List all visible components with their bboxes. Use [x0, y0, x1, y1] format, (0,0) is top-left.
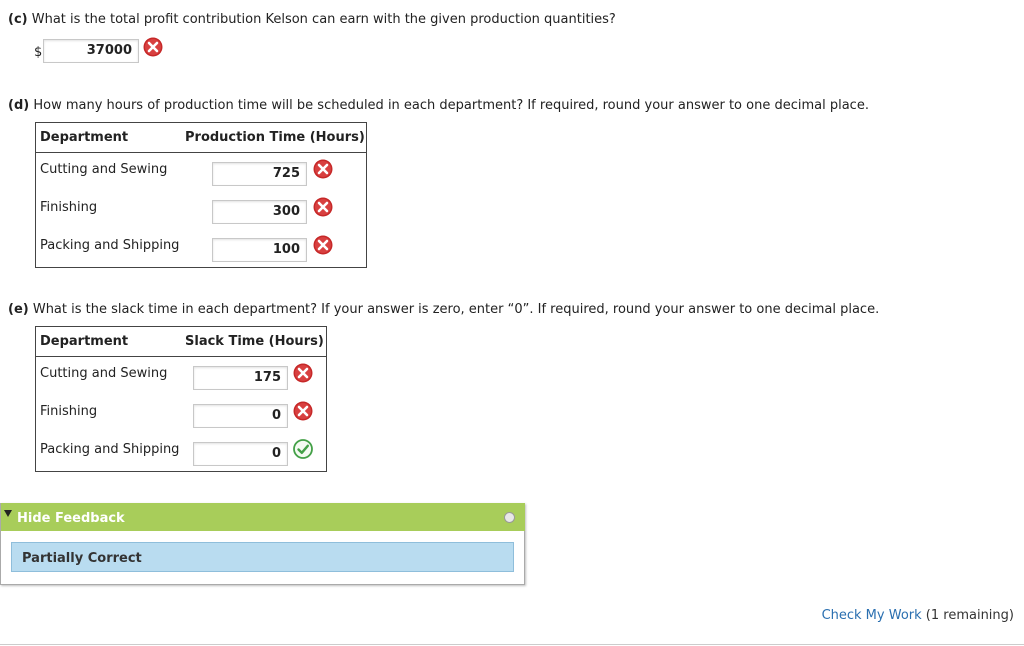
- hide-feedback-label: Hide Feedback: [17, 511, 125, 526]
- column-header-department: Department: [40, 130, 129, 145]
- table-header: Department Slack Time (Hours): [36, 327, 326, 357]
- incorrect-icon: [313, 235, 333, 255]
- check-my-work: Check My Work (1 remaining): [822, 608, 1014, 623]
- incorrect-icon: [143, 37, 163, 57]
- row-label-cutting-sewing: Cutting and Sewing: [40, 366, 168, 381]
- incorrect-icon: [293, 363, 313, 383]
- collapse-triangle-icon: [4, 510, 12, 517]
- production-time-packing-shipping-input[interactable]: 100: [212, 238, 307, 262]
- divider: [0, 644, 1024, 645]
- question-d-text: How many hours of production time will b…: [33, 98, 869, 113]
- row-label-finishing: Finishing: [40, 200, 98, 215]
- production-time-cutting-sewing-input[interactable]: 725: [212, 162, 307, 186]
- remaining-attempts: (1 remaining): [925, 608, 1014, 623]
- incorrect-icon: [293, 401, 313, 421]
- profit-contribution-input[interactable]: 37000: [43, 39, 139, 63]
- question-c: (c) What is the total profit contributio…: [8, 12, 616, 27]
- question-e: (e) What is the slack time in each depar…: [8, 302, 879, 317]
- row-label-cutting-sewing: Cutting and Sewing: [40, 162, 168, 177]
- hide-feedback-toggle[interactable]: Hide Feedback: [1, 503, 525, 531]
- currency-symbol: $: [34, 45, 43, 60]
- incorrect-icon: [313, 159, 333, 179]
- row-label-packing-shipping: Packing and Shipping: [40, 238, 180, 253]
- column-header-production-time: Production Time (Hours): [185, 130, 365, 145]
- production-time-finishing-input[interactable]: 300: [212, 200, 307, 224]
- feedback-panel: Hide Feedback Partially Correct: [0, 503, 525, 585]
- table-header: Department Production Time (Hours): [36, 123, 366, 153]
- column-header-slack-time: Slack Time (Hours): [185, 334, 324, 349]
- feedback-message: Partially Correct: [11, 542, 514, 572]
- question-e-tag: (e): [8, 302, 29, 317]
- slack-time-finishing-input[interactable]: 0: [193, 404, 288, 428]
- pin-icon[interactable]: [504, 512, 515, 523]
- question-d: (d) How many hours of production time wi…: [8, 98, 869, 113]
- question-c-tag: (c): [8, 12, 28, 27]
- question-e-text: What is the slack time in each departmen…: [32, 302, 880, 317]
- question-c-text: What is the total profit contribution Ke…: [31, 12, 616, 27]
- row-label-finishing: Finishing: [40, 404, 98, 419]
- incorrect-icon: [313, 197, 333, 217]
- correct-check-icon: [293, 439, 313, 459]
- check-my-work-link[interactable]: Check My Work: [822, 608, 922, 623]
- question-d-tag: (d): [8, 98, 30, 113]
- slack-time-packing-shipping-input[interactable]: 0: [193, 442, 288, 466]
- row-label-packing-shipping: Packing and Shipping: [40, 442, 180, 457]
- column-header-department: Department: [40, 334, 129, 349]
- slack-time-cutting-sewing-input[interactable]: 175: [193, 366, 288, 390]
